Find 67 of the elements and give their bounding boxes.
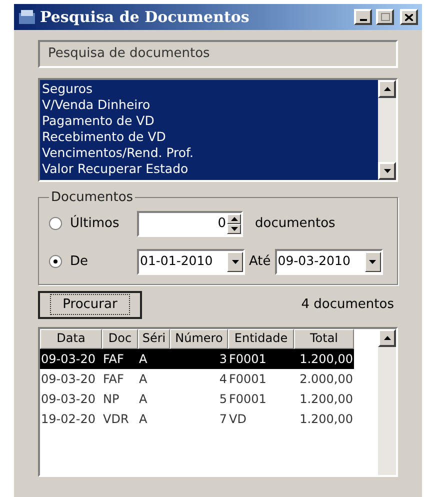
group-label: Documentos <box>50 189 134 207</box>
close-button[interactable] <box>400 9 418 25</box>
table-cell-text: F0001 <box>228 370 268 388</box>
dropdown-button[interactable] <box>227 252 243 272</box>
to-label: Até <box>249 252 271 271</box>
down-arrow-icon <box>230 226 238 230</box>
column-header[interactable]: Entidade <box>228 328 294 348</box>
header-panel: Pesquisa de documentos <box>38 40 398 68</box>
radio-button[interactable] <box>49 217 62 230</box>
down-arrow-icon <box>369 260 376 264</box>
to-date-field[interactable]: 09-03-2010 <box>274 248 383 274</box>
column-header[interactable]: Doc <box>102 328 138 348</box>
search-button[interactable]: Procurar <box>38 290 142 318</box>
column-header[interactable]: Data <box>40 328 102 348</box>
scroll-up-button[interactable] <box>378 80 396 98</box>
table-cell-text: 2.000,00 <box>298 370 354 388</box>
spin-down-button[interactable] <box>227 224 241 234</box>
up-arrow-icon <box>384 87 390 91</box>
table-cell-text: A <box>138 350 148 368</box>
result-count: 4 documentos <box>301 296 395 314</box>
table-cell-text: VD <box>228 410 248 428</box>
scroll-down-button[interactable] <box>378 162 396 180</box>
maximize-button[interactable] <box>376 9 394 25</box>
table-cell-text: 7 <box>218 410 228 428</box>
table-cell-text: 1.200,00 <box>298 410 354 428</box>
column-header[interactable]: Séri <box>138 328 170 348</box>
column-header[interactable]: Número <box>170 328 228 348</box>
table-cell-text: 19-02-20 <box>40 410 96 428</box>
column-header[interactable]: Total <box>294 328 354 348</box>
close-icon <box>405 14 413 20</box>
table-cell-text: 4 <box>218 370 228 388</box>
minimize-button[interactable] <box>354 9 372 25</box>
minimize-icon <box>360 19 366 21</box>
window-title: Pesquisa de Documentos <box>40 6 250 28</box>
radio-button[interactable] <box>49 255 62 268</box>
maximize-icon <box>380 13 390 21</box>
table-cell-text: FAF <box>102 370 125 388</box>
table-row[interactable]: 09-03-20 FAF A 3 F0001 1.200,00 <box>40 348 354 368</box>
count-value: 0 <box>216 214 227 233</box>
table-cell-text: NP <box>102 390 120 408</box>
table-cell-text: F0001 <box>228 350 268 368</box>
table-cell-text: 3 <box>218 350 228 368</box>
table-cell-text: F0001 <box>228 390 268 408</box>
table-cell-text: A <box>138 410 148 428</box>
table-cell-text: 1.200,00 <box>298 350 354 368</box>
spin-up-button[interactable] <box>227 214 241 224</box>
table-cell-text: A <box>138 390 148 408</box>
up-arrow-icon <box>384 336 390 340</box>
down-arrow-icon <box>384 169 390 173</box>
up-arrow-icon <box>230 216 238 220</box>
table-cell-text: 09-03-20 <box>40 390 96 408</box>
table-cell-text: 1.200,00 <box>298 390 354 408</box>
from-date-field[interactable]: 01-01-2010 <box>137 248 245 274</box>
count-spinner[interactable]: 0 <box>137 210 243 236</box>
app-icon <box>18 9 36 25</box>
table-cell-text: 09-03-20 <box>40 350 96 368</box>
scroll-up-button[interactable] <box>378 328 396 346</box>
radio-option[interactable]: Últimos <box>49 214 137 234</box>
table-cell-text: 09-03-20 <box>40 370 96 388</box>
radio-option[interactable]: De <box>49 252 137 272</box>
dropdown-button[interactable] <box>364 252 381 272</box>
table-cell-text: 5 <box>218 390 228 408</box>
down-arrow-icon <box>232 260 238 264</box>
table-cell-text: A <box>138 370 148 388</box>
count-suffix: documentos <box>255 214 336 233</box>
table-cell-text: VDR <box>102 410 130 428</box>
table-cell-text: FAF <box>102 350 125 368</box>
